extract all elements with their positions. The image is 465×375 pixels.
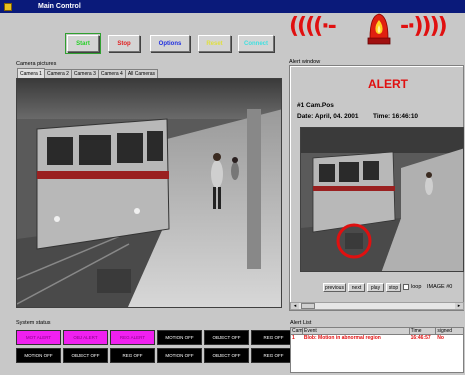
- col-event[interactable]: Event: [303, 328, 410, 334]
- app-icon: [4, 2, 12, 11]
- stop-button[interactable]: Stop: [108, 35, 140, 52]
- alarm-wave-left-icon: ((((·-: [289, 14, 337, 39]
- status-object-off[interactable]: OBJECT OFF: [204, 348, 249, 363]
- alarm-wave-right-icon: -·)))): [400, 14, 448, 39]
- camera-group-label: Camera pictures: [16, 61, 57, 67]
- status-motion-off[interactable]: MOTION OFF: [157, 330, 202, 345]
- options-button[interactable]: Options: [150, 35, 190, 52]
- alert-heading: ALERT: [368, 77, 408, 91]
- camera-tabs: Camera 1 Camera 2 Camera 3 Camera 4 All …: [17, 68, 159, 78]
- image-counter: IMAGE #0: [427, 284, 453, 290]
- status-motion-off[interactable]: MOTION OFF: [157, 348, 202, 363]
- alert-list-table: Cam Event Time signed 1 Blob: Motion in …: [290, 327, 464, 373]
- connect-button[interactable]: Connect: [238, 35, 274, 52]
- tab-camera-1[interactable]: Camera 1: [17, 68, 45, 78]
- status-object-off[interactable]: OBJECT OFF: [204, 330, 249, 345]
- camera-view: [16, 78, 282, 308]
- loop-label: loop: [411, 284, 422, 290]
- alert-camera-position: #1 Cam.Pos: [297, 102, 334, 109]
- status-motion-off[interactable]: MOTION OFF: [16, 348, 61, 363]
- row-signed: No: [437, 335, 444, 341]
- previous-button[interactable]: previous: [323, 283, 346, 292]
- play-button[interactable]: play: [367, 283, 384, 292]
- alert-list-header: Cam Event Time signed: [291, 328, 463, 335]
- status-object-off[interactable]: OBJECT OFF: [63, 348, 108, 363]
- status-reg-alert[interactable]: REG ALERT: [110, 330, 155, 345]
- col-cam[interactable]: Cam: [291, 328, 303, 334]
- system-status-group-label: System status: [16, 320, 51, 326]
- status-reg-off[interactable]: REG OFF: [110, 348, 155, 363]
- scroll-left-icon[interactable]: ◂: [291, 303, 299, 309]
- tab-camera-3[interactable]: Camera 3: [70, 69, 99, 78]
- start-button[interactable]: Start: [65, 33, 101, 54]
- scroll-right-icon[interactable]: ▸: [455, 303, 463, 309]
- col-time[interactable]: Time: [410, 328, 437, 334]
- row-event: Blob: Motion in abnormal region: [303, 335, 381, 341]
- col-signed[interactable]: signed: [436, 328, 463, 334]
- tab-camera-2[interactable]: Camera 2: [43, 69, 72, 78]
- title-bar: Main Control: [0, 0, 465, 13]
- table-row[interactable]: 1 Blob: Motion in abnormal region 16:46:…: [291, 335, 463, 342]
- alert-snapshot: [300, 127, 464, 272]
- window-title: Main Control: [38, 3, 81, 10]
- scroll-thumb[interactable]: [301, 303, 315, 309]
- loop-checkbox[interactable]: [403, 284, 409, 290]
- siren-icon: [367, 13, 391, 45]
- row-cam: 1: [292, 335, 295, 341]
- status-mot-alert[interactable]: MOT ALERT: [16, 330, 61, 345]
- camera-feed-image: [17, 79, 281, 307]
- next-button[interactable]: next: [348, 283, 365, 292]
- tab-all-cameras[interactable]: All Cameras: [124, 69, 159, 78]
- toolbar: Start Stop Options Reset Connect: [0, 13, 465, 60]
- reset-button[interactable]: Reset: [198, 35, 231, 52]
- stop-playback-button[interactable]: stop: [386, 283, 401, 292]
- alert-date: Date: April, 04. 2001: [297, 113, 359, 120]
- status-obj-alert[interactable]: OBJ ALERT: [63, 330, 108, 345]
- alert-horizontal-scrollbar[interactable]: ◂ ▸: [290, 302, 464, 310]
- alert-time: Time: 16:46:10: [373, 113, 419, 120]
- tab-camera-4[interactable]: Camera 4: [97, 69, 126, 78]
- alert-snapshot-image: [301, 128, 463, 271]
- row-time: 16:46:57: [410, 335, 431, 341]
- alert-list-group-label: Alert List: [290, 320, 312, 326]
